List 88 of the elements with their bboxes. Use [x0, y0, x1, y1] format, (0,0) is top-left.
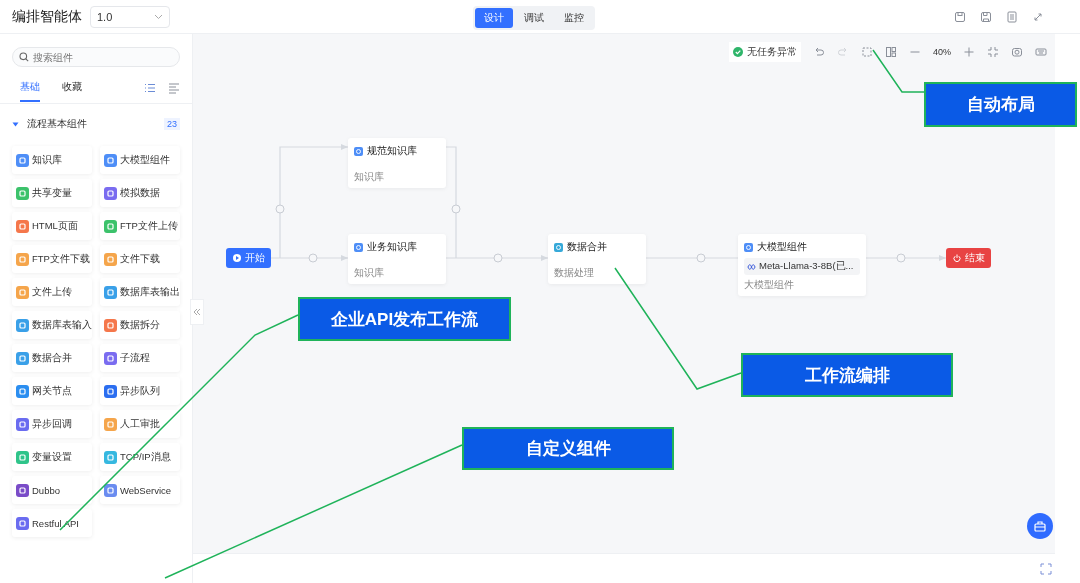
edge-handle[interactable]: [896, 253, 906, 263]
workflow-node[interactable]: 业务知识库 知识库: [348, 234, 446, 284]
node-icon: [354, 242, 363, 252]
workflow-node[interactable]: 大模型组件 Meta-Llama-3-8B(已... 大模型组件: [738, 234, 866, 296]
edge-handle[interactable]: [451, 204, 461, 214]
status-indicator: 无任务异常: [729, 42, 801, 62]
chevron-icon: [154, 13, 163, 20]
component-item[interactable]: 变量设置: [12, 443, 92, 471]
expand-icon[interactable]: [1032, 10, 1044, 23]
component-item[interactable]: 知识库: [12, 146, 92, 174]
section-title: 流程基本组件: [27, 117, 87, 131]
floppy-disk-icon[interactable]: [980, 10, 992, 23]
zoom-in-icon[interactable]: [963, 46, 975, 58]
app-title: 编排智能体: [12, 7, 82, 26]
node-title: 大模型组件: [757, 240, 807, 254]
list-view-icon[interactable]: [168, 82, 180, 94]
list-icon[interactable]: [144, 82, 156, 94]
infinity-icon: [747, 263, 756, 270]
node-subtitle: 知识库: [354, 171, 385, 184]
start-node[interactable]: 开始: [226, 248, 271, 268]
edge-handle[interactable]: [275, 204, 285, 214]
component-item[interactable]: WebService: [100, 476, 180, 504]
edge-handle[interactable]: [696, 253, 706, 263]
layout-icon[interactable]: [885, 46, 897, 58]
component-item[interactable]: 文件下载: [100, 245, 180, 273]
camera-icon[interactable]: [1011, 46, 1023, 58]
power-icon: [952, 254, 961, 262]
component-item[interactable]: 模拟数据: [100, 179, 180, 207]
node-icon: [744, 242, 753, 252]
component-item[interactable]: 大模型组件: [100, 146, 180, 174]
component-item[interactable]: 异步回调: [12, 410, 92, 438]
component-item[interactable]: 数据拆分: [100, 311, 180, 339]
component-item[interactable]: 人工审批: [100, 410, 180, 438]
play-icon: [232, 254, 241, 262]
fullscreen-icon[interactable]: [1040, 563, 1052, 575]
end-node[interactable]: 结束: [946, 248, 991, 268]
component-item[interactable]: 数据合并: [12, 344, 92, 372]
mode-tab[interactable]: 监控: [555, 8, 593, 28]
callout-label: 企业API发布工作流: [298, 297, 511, 341]
mode-tab[interactable]: 设计: [475, 8, 513, 28]
undo-icon[interactable]: [813, 46, 825, 58]
component-item[interactable]: 数据库表输入: [12, 311, 92, 339]
search-field[interactable]: 搜索组件: [12, 47, 180, 67]
component-item[interactable]: 文件上传: [12, 278, 92, 306]
version-select[interactable]: 1.0: [90, 5, 170, 28]
double-chevron-icon: [193, 308, 201, 316]
leader-line: [872, 49, 925, 93]
component-item[interactable]: 异步队列: [100, 377, 180, 405]
collapse-handle[interactable]: [190, 299, 204, 325]
component-item[interactable]: 网关节点: [12, 377, 92, 405]
toolbox-button[interactable]: [1027, 513, 1053, 539]
mode-tab[interactable]: 调试: [515, 8, 553, 28]
component-item[interactable]: 数据库表输出: [100, 278, 180, 306]
sidebar-tab[interactable]: 基础: [20, 74, 40, 102]
component-item[interactable]: FTP文件上传: [100, 212, 180, 240]
node-title: 数据合并: [567, 240, 607, 254]
selection-icon[interactable]: [861, 46, 873, 58]
toolbox-icon: [1034, 520, 1046, 532]
search-icon: [19, 52, 29, 62]
zoom-level: 40%: [933, 47, 951, 57]
node-subtitle: 数据处理: [554, 267, 595, 280]
node-icon: [554, 242, 563, 252]
edge-handle[interactable]: [493, 253, 503, 263]
caret-icon[interactable]: [12, 120, 19, 128]
fit-view-icon[interactable]: [987, 46, 999, 58]
node-icon: [354, 146, 363, 156]
callout-label: 自定义组件: [462, 427, 674, 470]
component-item[interactable]: 子流程: [100, 344, 180, 372]
component-item[interactable]: Dubbo: [12, 476, 92, 504]
node-title: 规范知识库: [367, 144, 417, 158]
model-tag: Meta-Llama-3-8B(已...: [744, 258, 860, 275]
check-icon: [733, 47, 743, 57]
component-item[interactable]: HTML页面: [12, 212, 92, 240]
node-subtitle: 大模型组件: [744, 279, 795, 292]
callout-label: 工作流编排: [741, 353, 953, 397]
node-subtitle: 知识库: [354, 267, 385, 280]
node-title: 业务知识库: [367, 240, 417, 254]
document-icon[interactable]: [1006, 10, 1018, 23]
component-item[interactable]: 共享变量: [12, 179, 92, 207]
sidebar-tab[interactable]: 收藏: [62, 74, 82, 102]
workflow-node[interactable]: 规范知识库 知识库: [348, 138, 446, 188]
keyboard-icon[interactable]: [1035, 46, 1047, 58]
workflow-node[interactable]: 数据合并 数据处理: [548, 234, 646, 284]
component-item[interactable]: FTP文件下载: [12, 245, 92, 273]
redo-icon[interactable]: [837, 46, 849, 58]
callout-label: 自动布局: [924, 82, 1077, 127]
edge-handle[interactable]: [308, 253, 318, 263]
count-badge: 23: [164, 118, 180, 130]
